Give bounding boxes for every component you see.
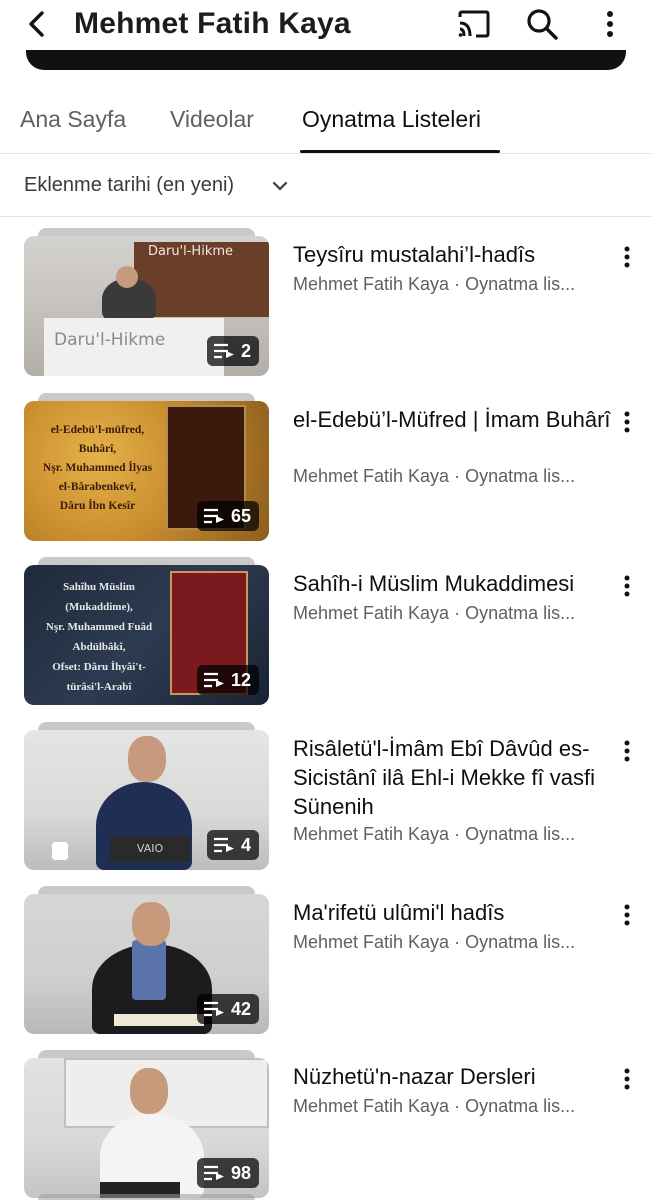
- playlist-title[interactable]: el-Edebü’l-Müfred | İmam Buhârî: [293, 405, 613, 434]
- tab-active-indicator: [300, 150, 500, 153]
- channel-title: Mehmet Fatih Kaya: [74, 7, 351, 40]
- playlist-title[interactable]: Nüzhetü'n-nazar Dersleri: [293, 1062, 613, 1091]
- video-count-badge: 42: [196, 994, 259, 1024]
- cast-icon: [458, 10, 490, 38]
- more-vertical-icon: [624, 1068, 630, 1090]
- playlist-title[interactable]: Sahîh-i Müslim Mukaddimesi: [293, 569, 613, 598]
- more-vertical-icon: [624, 575, 630, 597]
- playlist-more-button[interactable]: [614, 736, 640, 766]
- sort-dropdown[interactable]: Eklenme tarihi (en yeni): [0, 155, 652, 217]
- video-count-badge: 65: [196, 501, 259, 531]
- playlist-item[interactable]: Daru'l-Hikme Daru'l-Hikme 2 Teysîru must…: [0, 228, 652, 386]
- playlist-item[interactable]: VAIO 4 Risâletü'l-İmâm Ebî Dâvûd es-Sici…: [0, 722, 652, 880]
- playlist-thumbnail[interactable]: VAIO 4: [24, 722, 269, 870]
- more-vertical-icon: [607, 11, 613, 37]
- tab-playlists[interactable]: Oynatma Listeleri: [302, 104, 481, 134]
- video-count-badge: 12: [196, 665, 259, 695]
- playlist-icon: [203, 672, 224, 688]
- playlist-more-button[interactable]: [614, 1064, 640, 1094]
- playlist-more-button[interactable]: [614, 900, 640, 930]
- chevron-left-icon: [29, 11, 44, 37]
- playlist-more-button[interactable]: [614, 407, 640, 437]
- app-header: Mehmet Fatih Kaya: [0, 0, 652, 50]
- playlist-icon: [203, 508, 224, 524]
- channel-tabs: Ana Sayfa Videolar Oynatma Listeleri: [0, 88, 652, 154]
- playlist-title[interactable]: Teysîru mustalahi’l-hadîs: [293, 240, 613, 269]
- playlist-item[interactable]: 42 Ma'rifetü ulûmi'l hadîs Mehmet Fatih …: [0, 886, 652, 1044]
- back-button[interactable]: [20, 6, 52, 42]
- playlist-more-button[interactable]: [614, 242, 640, 272]
- chevron-down-icon: [272, 181, 288, 191]
- search-icon: [527, 9, 558, 40]
- search-button[interactable]: [522, 6, 562, 42]
- tab-home[interactable]: Ana Sayfa: [20, 104, 126, 134]
- more-vertical-icon: [624, 411, 630, 433]
- playlist-subtitle: Mehmet Fatih Kaya · Oynatma lis...: [293, 274, 576, 294]
- video-count-badge: 98: [196, 1158, 259, 1188]
- playlist-thumbnail[interactable]: 42: [24, 886, 269, 1034]
- channel-banner: [26, 50, 626, 70]
- more-vertical-icon: [624, 740, 630, 762]
- playlist-subtitle: Mehmet Fatih Kaya · Oynatma lis...: [293, 824, 576, 844]
- playlist-thumbnail[interactable]: el-Edebü'l-müfred, Buhârî, Nşr. Muhammed…: [24, 393, 269, 541]
- more-vertical-icon: [624, 904, 630, 926]
- playlist-icon: [203, 1001, 224, 1017]
- playlist-thumbnail[interactable]: Sahîhu Müslim (Mukaddime), Nşr. Muhammed…: [24, 557, 269, 705]
- playlist-subtitle: Mehmet Fatih Kaya · Oynatma lis...: [293, 1096, 576, 1116]
- playlist-item[interactable]: Sahîhu Müslim (Mukaddime), Nşr. Muhammed…: [0, 557, 652, 715]
- playlist-item[interactable]: el-Edebü'l-müfred, Buhârî, Nşr. Muhammed…: [0, 393, 652, 551]
- playlist-title[interactable]: Risâletü'l-İmâm Ebî Dâvûd es-Sicistânî i…: [293, 734, 613, 821]
- next-playlist-edge: [38, 1194, 255, 1200]
- cast-button[interactable]: [454, 6, 494, 42]
- tab-videos[interactable]: Videolar: [170, 104, 254, 134]
- playlist-icon: [213, 343, 234, 359]
- playlist-thumbnail[interactable]: 98: [24, 1050, 269, 1198]
- playlist-item[interactable]: 98 Nüzhetü'n-nazar Dersleri Mehmet Fatih…: [0, 1050, 652, 1200]
- more-options-button[interactable]: [590, 6, 630, 42]
- playlist-subtitle: Mehmet Fatih Kaya · Oynatma lis...: [293, 603, 576, 623]
- playlist-subtitle: Mehmet Fatih Kaya · Oynatma lis...: [293, 466, 576, 486]
- playlist-thumbnail[interactable]: Daru'l-Hikme Daru'l-Hikme 2: [24, 228, 269, 376]
- more-vertical-icon: [624, 246, 630, 268]
- sort-label: Eklenme tarihi (en yeni): [24, 174, 235, 196]
- playlist-icon: [213, 837, 234, 853]
- playlist-subtitle: Mehmet Fatih Kaya · Oynatma lis...: [293, 932, 576, 952]
- video-count-badge: 4: [206, 830, 259, 860]
- playlist-icon: [203, 1165, 224, 1181]
- playlist-title[interactable]: Ma'rifetü ulûmi'l hadîs: [293, 898, 613, 927]
- playlist-more-button[interactable]: [614, 571, 640, 601]
- video-count-badge: 2: [206, 336, 259, 366]
